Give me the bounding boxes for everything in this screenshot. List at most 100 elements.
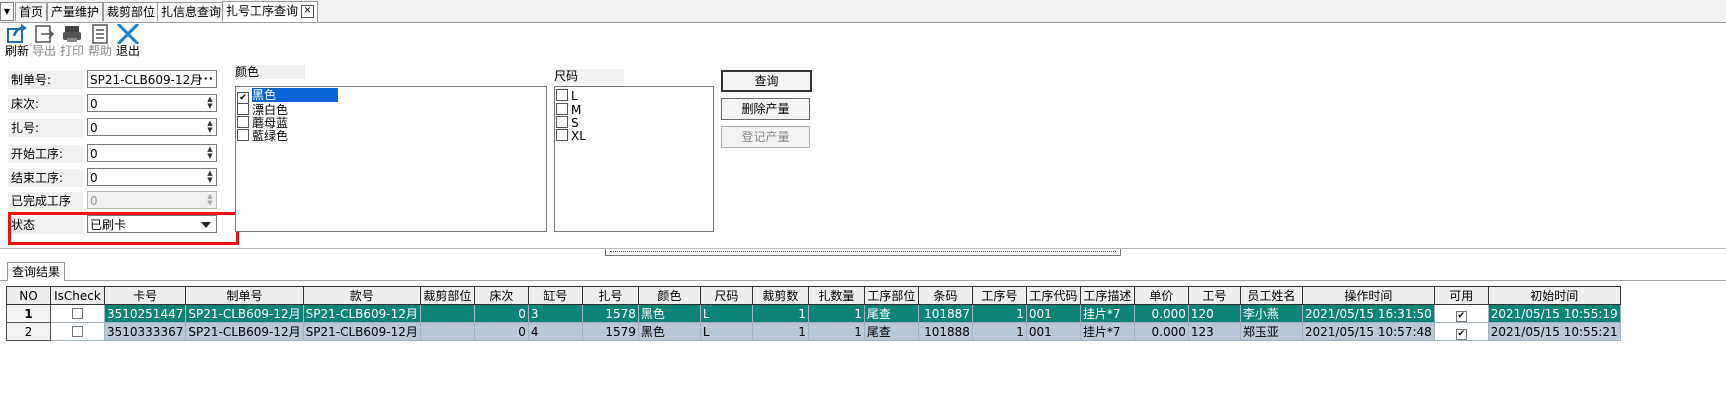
checkbox-checked-icon[interactable]: ✔ [1455,328,1467,340]
checkbox-icon[interactable] [237,103,249,115]
spin-arrows-icon[interactable]: ▲ ▼ [205,96,215,110]
close-icon[interactable]: ✕ [301,5,315,18]
table-cell[interactable]: 3510333367 [103,322,187,341]
column-header[interactable]: 床次 [473,286,529,305]
table-cell[interactable]: 1 [807,322,865,341]
checkbox-icon[interactable] [556,129,568,141]
tab-query-results[interactable]: 查询结果 [7,262,66,281]
column-header[interactable]: 扎数量 [807,286,865,305]
table-cell[interactable] [419,322,475,341]
table-cell[interactable]: 0.000 [1133,322,1189,341]
table-cell[interactable]: 0 [473,304,529,323]
table-cell[interactable]: 1578 [581,304,639,323]
checkbox-icon[interactable] [556,89,568,101]
column-header[interactable]: 制单号 [185,286,304,305]
column-header[interactable]: 工序号 [971,286,1027,305]
table-cell[interactable]: 123 [1187,322,1241,341]
color-item[interactable]: 蘑母蓝 [237,116,288,130]
table-cell[interactable]: 120 [1187,304,1241,323]
size-item[interactable]: M [556,103,581,117]
column-header[interactable]: 初始时间 [1487,286,1621,305]
size-list[interactable]: L M S XL [554,86,714,232]
table-cell[interactable] [419,304,475,323]
table-cell[interactable]: 尾查 [863,322,919,341]
table-cell[interactable]: 101888 [917,322,973,341]
table-cell[interactable]: 1 [971,322,1027,341]
table-cell[interactable]: 1 [751,304,809,323]
table-cell[interactable]: 3510251447 [103,304,187,323]
table-cell[interactable]: 挂片*7 [1079,304,1135,323]
table-cell[interactable]: 001 [1025,322,1081,341]
table-cell[interactable]: 001 [1025,304,1081,323]
column-header[interactable]: 可用 [1433,286,1489,305]
column-header[interactable]: 工号 [1187,286,1241,305]
spin-arrows-icon[interactable]: ▲ ▼ [205,120,215,134]
color-list[interactable]: ✔ 黑色 漂白色 蘑母蓝 藍绿色 [235,86,547,232]
table-cell[interactable]: 101887 [917,304,973,323]
checkbox-icon[interactable] [72,307,83,319]
column-header[interactable]: 缸号 [527,286,583,305]
checkbox-icon[interactable] [237,116,249,128]
table-cell[interactable]: 1 [6,304,51,323]
splitter-handle[interactable] [605,249,1121,256]
table-row[interactable]: 1 3510251447 SP21-CLB609-12月 SP21-CLB609-12… [6,304,1621,323]
checkbox-icon[interactable] [237,129,249,141]
column-header[interactable]: 裁剪数 [751,286,809,305]
results-grid[interactable]: NO IsCheck 卡号 制单号 款号 裁剪部位 床次 缸号 扎号 颜色 尺码 裁剪数 扎数量 工序部位… [6,286,1621,341]
color-item[interactable]: 藍绿色 [237,129,288,143]
table-cell[interactable]: 3 [527,304,583,323]
bed-stepper[interactable]: 0 ▲ ▼ [87,94,217,112]
table-cell[interactable] [50,304,105,323]
table-cell[interactable]: SP21-CLB609-12月 [185,322,304,341]
column-header[interactable]: 工序部位 [863,286,919,305]
tab-dropdown-button[interactable]: ▼ [0,2,14,21]
table-cell[interactable] [50,322,105,341]
table-cell[interactable]: 2 [6,322,51,341]
table-row[interactable]: 2 3510333367 SP21-CLB609-12月 SP21-CLB609-12… [6,322,1621,341]
table-cell[interactable]: SP21-CLB609-12月 [185,304,304,323]
size-item[interactable]: L [556,89,578,103]
tab-home[interactable]: 首页 [15,2,48,21]
column-header[interactable]: NO [6,286,51,305]
column-header[interactable]: 工序代码 [1025,286,1081,305]
column-header[interactable]: 操作时间 [1301,286,1435,305]
table-cell[interactable]: SP21-CLB609-12月 [302,304,421,323]
column-header[interactable]: 款号 [302,286,421,305]
column-header[interactable]: 员工姓名 [1239,286,1303,305]
query-button[interactable]: 查询 [721,70,812,92]
table-cell[interactable]: 1 [971,304,1027,323]
table-cell[interactable]: L [699,304,753,323]
column-header[interactable]: 工序描述 [1079,286,1135,305]
print-button[interactable]: 打印 [57,24,87,62]
table-cell[interactable]: SP21-CLB609-12月 [302,322,421,341]
tab-bundle-info[interactable]: 扎信息查询 [157,2,226,21]
color-item[interactable]: ✔ 黑色 [237,88,339,104]
table-cell[interactable]: L [699,322,753,341]
column-header[interactable]: 单价 [1133,286,1189,305]
tab-cutting-part[interactable]: 裁剪部位 [103,2,160,21]
column-header[interactable]: 颜色 [637,286,701,305]
table-cell[interactable]: 1 [751,322,809,341]
checkbox-icon[interactable] [556,116,568,128]
column-header[interactable]: 卡号 [103,286,187,305]
start-process-stepper[interactable]: 0 ▲ ▼ [87,144,217,162]
more-icon[interactable]: ··· [198,70,214,88]
spin-arrows-icon[interactable]: ▲ ▼ [205,170,215,184]
table-cell[interactable]: ✔ [1433,322,1489,341]
spin-arrows-icon[interactable]: ▲ ▼ [205,146,215,160]
table-cell[interactable]: 2021/05/15 10:55:19 [1487,304,1621,323]
checkbox-icon[interactable] [556,103,568,115]
table-cell[interactable]: ✔ [1433,304,1489,323]
table-cell[interactable]: 尾查 [863,304,919,323]
delete-output-button[interactable]: 删除产量 [721,98,810,120]
tab-production[interactable]: 产量维护 [47,2,104,21]
size-item[interactable]: S [556,116,579,130]
table-cell[interactable]: 0 [473,322,529,341]
exit-button[interactable]: 退出 [113,24,143,62]
tab-bundle-process-query[interactable]: 扎号工序查询 ✕ [222,1,319,22]
table-cell[interactable]: 2021/05/15 10:55:21 [1487,322,1621,341]
table-cell[interactable]: 1579 [581,322,639,341]
table-cell[interactable]: 挂片*7 [1079,322,1135,341]
table-cell[interactable]: 黑色 [637,322,701,341]
size-item[interactable]: XL [556,129,586,143]
